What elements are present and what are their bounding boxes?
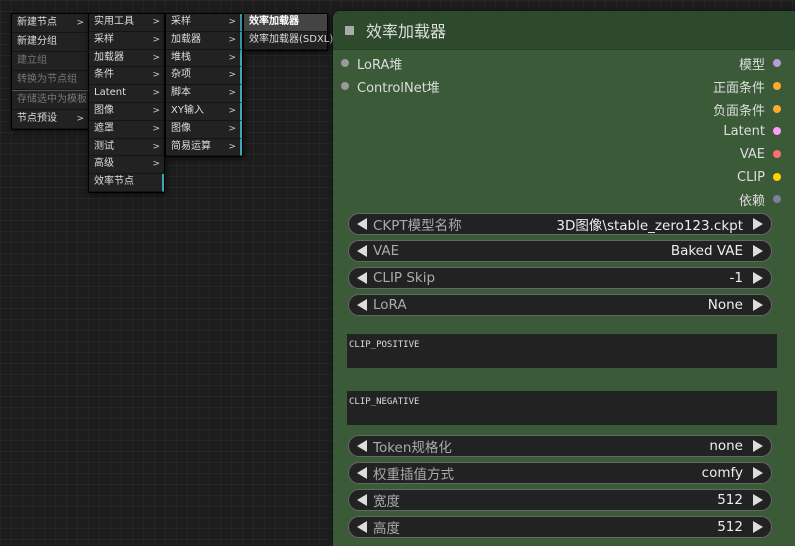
submenu-arrow-icon: > [152,159,160,170]
output-slot-clip[interactable]: CLIP [737,167,781,187]
decrement-arrow-icon[interactable] [357,521,367,533]
menu-item-node-presets[interactable]: 节点预设 > [12,110,88,129]
collapse-icon[interactable] [345,25,354,35]
input-dot-icon[interactable] [341,82,349,90]
submenu-arrow-icon: > [152,52,160,63]
menu-item-category[interactable]: Latent > [89,85,164,103]
clip-positive-textarea[interactable]: CLIP_POSITIVE [347,334,777,368]
output-dot-icon [773,173,781,181]
menu-item-category[interactable]: 测试 > [89,139,164,157]
submenu-arrow-icon: > [228,17,236,27]
node-category-menu: 实用工具 > 采样 > 加载器 > 条件 > Latent > 图像 > 遮罩 > 测试 > 高… [88,13,165,193]
efficiency-loader-node[interactable]: 效率加载器 LoRA堆 ControlNet堆 模型 正面条件 负面条件 Lat… [333,11,795,546]
output-slot-dependencies[interactable]: 依赖 [739,189,781,209]
decrement-arrow-icon[interactable] [357,467,367,479]
decrement-arrow-icon[interactable] [357,272,367,284]
output-slot-vae[interactable]: VAE [740,144,781,164]
menu-item-convert-to-group-node: 转换为节点组 [12,71,88,90]
menu-item-efficiency-loader[interactable]: 效率加载器 [244,14,327,32]
input-dot-icon[interactable] [341,59,349,67]
decrement-arrow-icon[interactable] [357,245,367,257]
weight-interpretation-combo[interactable]: 权重插值方式 comfy [348,462,772,484]
submenu-arrow-icon: > [152,88,160,99]
vae-combo[interactable]: VAE Baked VAE [348,240,772,262]
menu-item-category[interactable]: 遮罩 > [89,121,164,139]
menu-item-category[interactable]: 条件 > [89,67,164,86]
submenu-arrow-icon: > [152,70,160,81]
increment-arrow-icon[interactable] [753,245,763,257]
submenu-arrow-icon: > [152,34,160,45]
menu-item-category[interactable]: 图像 > [89,103,164,121]
menu-item-category[interactable]: 高级 > [89,156,164,175]
output-slot-positive[interactable]: 正面条件 [713,76,781,96]
decrement-arrow-icon[interactable] [357,440,367,452]
lora-combo[interactable]: LoRA None [348,294,772,316]
submenu-arrow-icon: > [228,123,236,134]
output-dot-icon [773,150,781,158]
menu-item-sub[interactable]: 简易运算 > [166,138,242,157]
clip-negative-textarea[interactable]: CLIP_NEGATIVE [347,391,777,425]
increment-arrow-icon[interactable] [753,218,763,230]
output-slot-negative[interactable]: 负面条件 [713,99,781,119]
output-slot-model[interactable]: 模型 [739,53,781,73]
menu-item-efficiency-nodes[interactable]: 效率节点 [89,174,164,192]
menu-item-efficiency-loader-sdxl[interactable]: 效率加载器(SDXL) [244,32,333,50]
clip-skip-number[interactable]: CLIP Skip -1 [348,267,772,289]
increment-arrow-icon[interactable] [753,521,763,533]
menu-item-sub[interactable]: 图像 > [166,120,242,139]
submenu-arrow-icon: > [228,70,236,81]
increment-arrow-icon[interactable] [753,467,763,479]
menu-item-sub[interactable]: 采样 > [166,14,242,32]
menu-item-sub[interactable]: 杂项 > [166,67,242,86]
width-number[interactable]: 宽度 512 [348,489,772,511]
submenu-arrow-icon: > [228,88,236,99]
increment-arrow-icon[interactable] [753,272,763,284]
submenu-arrow-icon: > [228,34,236,45]
menu-item-category[interactable]: 实用工具 > [89,14,164,32]
decrement-arrow-icon[interactable] [357,494,367,506]
output-dot-icon [773,105,781,113]
menu-item-save-as-template: 存储选中为模板 [12,90,88,110]
input-slot-controlnet-stack[interactable]: ControlNet堆 [341,76,440,96]
increment-arrow-icon[interactable] [753,494,763,506]
submenu-arrow-icon: > [228,141,236,152]
token-normalization-combo[interactable]: Token规格化 none [348,435,772,457]
output-dot-icon [773,195,781,203]
loader-submenu: 效率加载器 效率加载器(SDXL) [243,13,333,51]
menu-item-category[interactable]: 加载器 > [89,50,164,68]
context-menu: 新建节点 > 新建分组 建立组 转换为节点组 存储选中为模板 节点预设 > [11,13,89,130]
submenu-arrow-icon: > [152,141,160,152]
decrement-arrow-icon[interactable] [357,299,367,311]
submenu-arrow-icon: > [152,123,160,134]
menu-item-sub[interactable]: 脚本 > [166,85,242,103]
submenu-arrow-icon: > [76,114,84,124]
height-number[interactable]: 高度 512 [348,516,772,538]
menu-item-new-group[interactable]: 新建分组 [12,33,88,52]
node-title-bar[interactable]: 效率加载器 [333,11,795,50]
menu-item-new-node[interactable]: 新建节点 > [12,14,88,33]
output-slot-latent[interactable]: Latent [723,121,781,141]
output-dot-icon [773,59,781,67]
submenu-arrow-icon: > [228,105,236,116]
increment-arrow-icon[interactable] [753,299,763,311]
efficiency-submenu: 采样 > 加载器 > 堆栈 > 杂项 > 脚本 > XY输入 > 图像 > 简易运算 > [165,13,243,158]
output-dot-icon [773,127,781,135]
menu-item-create-group: 建立组 [12,52,88,71]
increment-arrow-icon[interactable] [753,440,763,452]
submenu-arrow-icon: > [152,17,160,27]
decrement-arrow-icon[interactable] [357,218,367,230]
menu-item-category[interactable]: 采样 > [89,32,164,50]
ckpt-name-combo[interactable]: CKPT模型名称 3D图像\stable_zero123.ckpt [348,213,772,235]
menu-item-sub[interactable]: XY输入 > [166,102,242,121]
menu-item-sub[interactable]: 加载器 > [166,31,242,50]
submenu-arrow-icon: > [228,52,236,63]
node-title: 效率加载器 [366,22,447,41]
input-slot-lora-stack[interactable]: LoRA堆 [341,53,402,73]
menu-item-sub[interactable]: 堆栈 > [166,49,242,68]
submenu-arrow-icon: > [152,105,160,116]
submenu-arrow-icon: > [76,18,84,28]
output-dot-icon [773,82,781,90]
